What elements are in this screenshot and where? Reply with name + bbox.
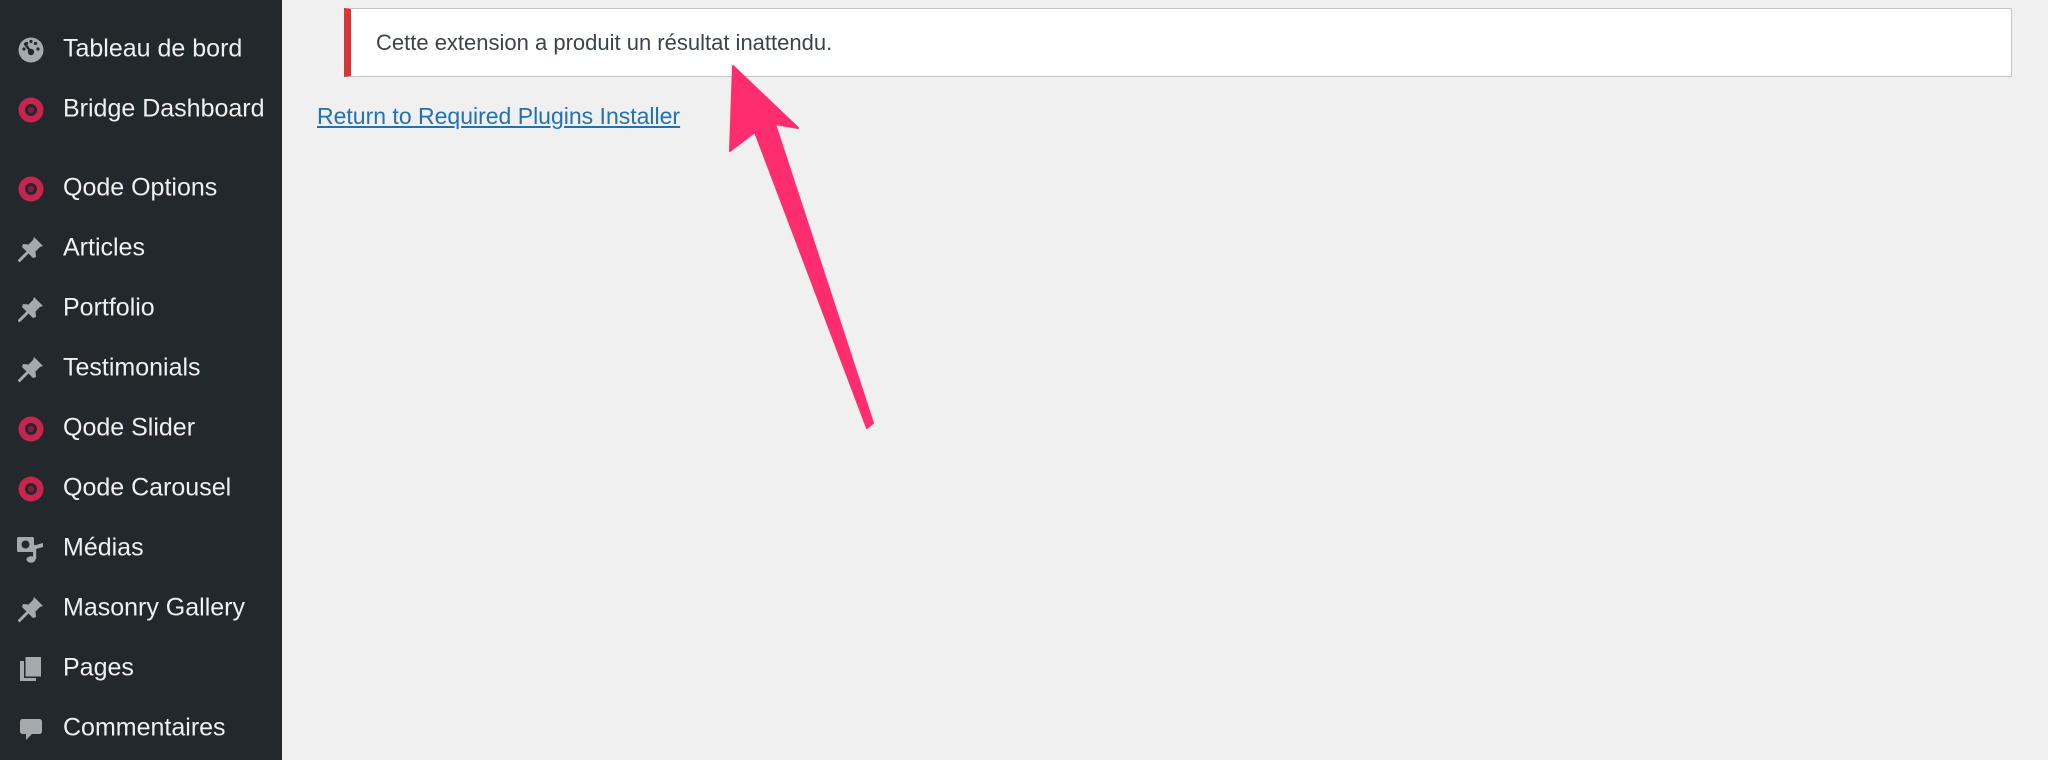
qode-logo-icon — [16, 414, 46, 444]
menu-item-commentaires[interactable]: Commentaires — [0, 698, 282, 758]
menu-label: Masonry Gallery — [63, 593, 245, 622]
main-content: Cette extension a produit un résultat in… — [282, 0, 2048, 760]
dashboard-gauge-icon — [16, 35, 46, 65]
return-to-plugins-installer-link[interactable]: Return to Required Plugins Installer — [317, 103, 680, 130]
menu-label: Portfolio — [63, 293, 155, 322]
menu-item-tableau-de-bord[interactable]: Tableau de bord — [0, 19, 282, 79]
menu-label: Qode Slider — [63, 413, 196, 442]
menu-item-portfolio[interactable]: Portfolio — [0, 278, 282, 338]
menu-item-medias[interactable]: Médias — [0, 518, 282, 578]
menu-label: Testimonials — [63, 353, 201, 382]
menu-item-qode-carousel[interactable]: Qode Carousel — [0, 458, 282, 518]
menu-label: Bridge Dashboard — [63, 94, 265, 123]
error-notice: Cette extension a produit un résultat in… — [344, 8, 2012, 77]
menu-item-bridge-dashboard[interactable]: Bridge Dashboard — [0, 79, 282, 139]
menu-item-articles[interactable]: Articles — [0, 218, 282, 278]
menu-label: Médias — [63, 533, 144, 562]
menu-item-qode-options[interactable]: Qode Options — [0, 158, 282, 218]
menu-label: Tableau de bord — [63, 34, 243, 63]
menu-label: Qode Carousel — [63, 473, 232, 502]
menu-item-testimonials[interactable]: Testimonials — [0, 338, 282, 398]
notice-message: Cette extension a produit un résultat in… — [376, 29, 833, 55]
qode-logo-icon — [16, 95, 46, 125]
menu-item-masonry-gallery[interactable]: Masonry Gallery — [0, 578, 282, 638]
menu-label: Qode Options — [63, 173, 218, 202]
pushpin-icon — [16, 594, 46, 624]
admin-sidebar: Tableau de bord Bridge Dashboard Qode Op… — [0, 0, 282, 760]
qode-logo-icon — [16, 174, 46, 204]
menu-label: Commentaires — [63, 713, 226, 742]
comment-bubble-icon — [16, 714, 46, 744]
media-icon — [16, 534, 46, 564]
pushpin-icon — [16, 234, 46, 264]
pages-icon — [16, 654, 46, 684]
menu-item-qode-slider[interactable]: Qode Slider — [0, 398, 282, 458]
pushpin-icon — [16, 294, 46, 324]
pushpin-icon — [16, 354, 46, 384]
menu-label: Pages — [63, 653, 134, 682]
qode-logo-icon — [16, 474, 46, 504]
menu-label: Articles — [63, 233, 145, 262]
menu-item-pages[interactable]: Pages — [0, 638, 282, 698]
